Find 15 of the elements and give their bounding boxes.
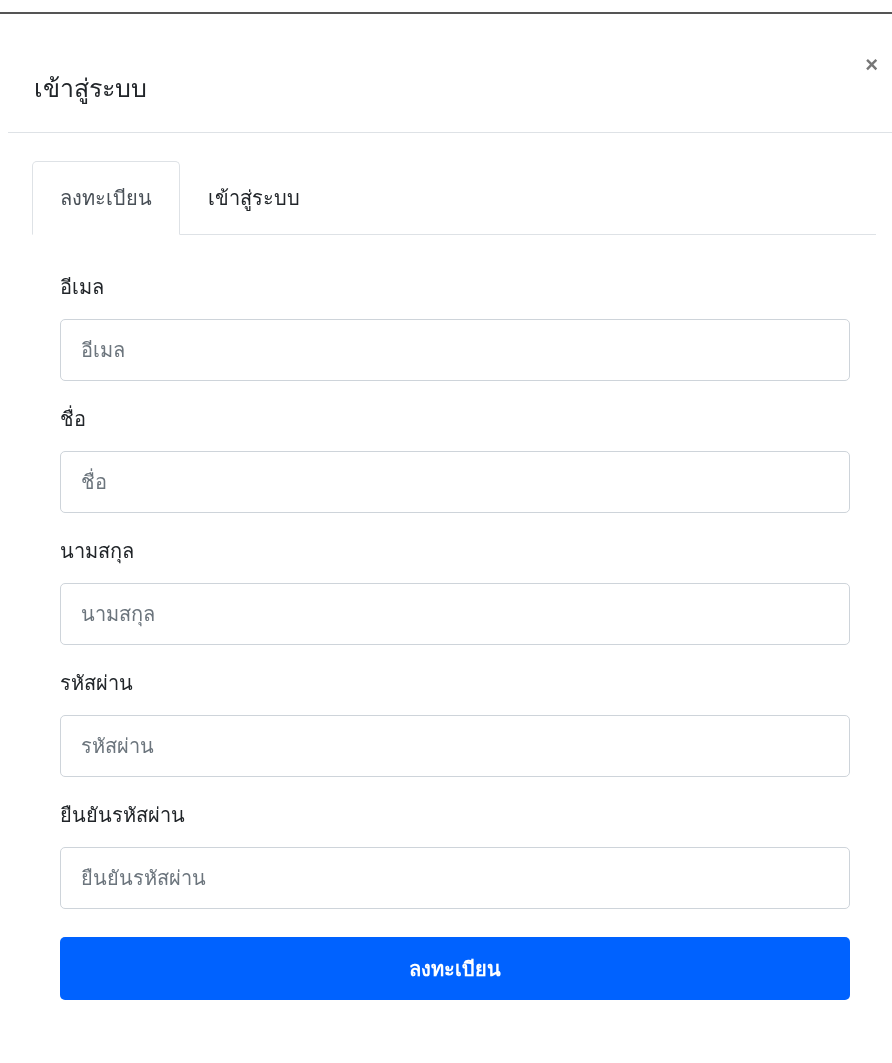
input-field[interactable]: นามสกุล (60, 583, 850, 645)
dialog-title: เข้าสู่ระบบ (34, 73, 148, 106)
input-field[interactable]: อีเมล (60, 319, 850, 381)
field-label: อีเมล (60, 274, 105, 301)
input-field[interactable]: รหัสผ่าน (60, 715, 850, 777)
close-button[interactable]: × (865, 52, 878, 78)
input-field[interactable]: ชื่อ (60, 451, 850, 513)
field-label: ยืนยันรหัสผ่าน (60, 802, 186, 829)
field-label: ชื่อ (60, 404, 87, 433)
field-label: นามสกุล (60, 538, 135, 566)
register-button[interactable]: ลงทะเบียน (60, 937, 850, 1000)
tab[interactable]: ลงทะเบียน (32, 161, 180, 235)
field-label: รหัสผ่าน (60, 670, 134, 697)
input-field[interactable]: ยืนยันรหัสผ่าน (60, 847, 850, 909)
tab[interactable]: เข้าสู่ระบบ (180, 161, 328, 235)
